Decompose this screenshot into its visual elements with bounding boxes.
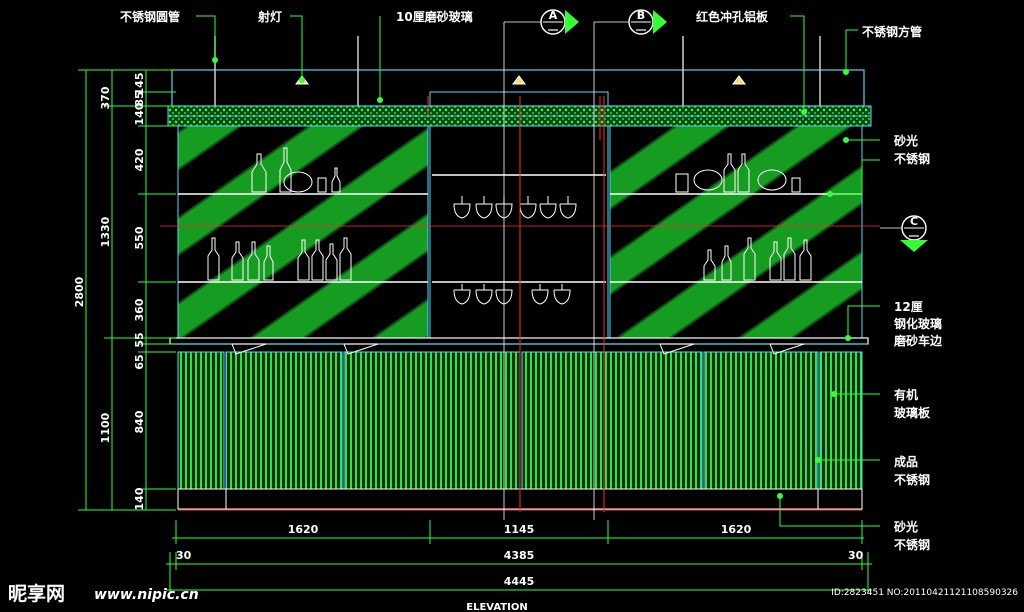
section-marker-a: A [504, 9, 579, 35]
dim-left-inner-9: 840 [133, 410, 146, 433]
label-satin-steel-2b: 不锈钢 [894, 537, 930, 552]
label-stainless-square-tube: 不锈钢方管 [862, 24, 922, 39]
label-tempered-glass-b: 钢化玻璃 [894, 316, 942, 331]
center-display-panel [429, 125, 609, 339]
dim-left-inner-3: 140 [133, 102, 146, 125]
watermark-logo: 昵享网 [8, 582, 65, 605]
dim-left-inner-5: 550 [133, 226, 146, 249]
view-title: ELEVATION [466, 602, 527, 612]
label-satin-steel-2a: 砂光 [893, 519, 918, 534]
label-tempered-glass-c: 磨砂车边 [893, 333, 943, 348]
hanging-tubes [214, 36, 821, 106]
dim-left-inner-7: 55 [133, 332, 146, 347]
spotlight-fixtures [295, 75, 746, 85]
dim-bottom-2-right: 30 [848, 549, 864, 562]
label-finished-steel-b: 不锈钢 [894, 472, 930, 487]
dim-bottom-3: 4445 [504, 575, 535, 588]
label-spotlight: 射灯 [257, 9, 282, 24]
section-marker-c: C [880, 215, 928, 252]
elevation-drawing: A B C 不锈钢圆管 射灯 10厘磨砂玻璃 红色冲孔铝板 不锈钢方管 砂光 不… [8, 9, 1018, 612]
label-red-punched-aluminum: 红色冲孔铝板 [696, 9, 769, 24]
label-acrylic-b: 玻璃板 [894, 405, 931, 420]
marker-b-label: B [637, 9, 645, 22]
watermark-url: www.nipic.cn [94, 587, 199, 603]
label-tempered-glass-a: 12厘 [894, 299, 923, 314]
label-stainless-round-tube: 不锈钢圆管 [120, 9, 180, 24]
center-top-panel [429, 91, 609, 107]
label-frosted-glass: 10厘磨砂玻璃 [396, 9, 473, 24]
label-satin-steel-1b: 不锈钢 [894, 151, 930, 166]
dim-left-inner-6: 360 [133, 298, 146, 321]
label-acrylic-a: 有机 [894, 387, 918, 402]
label-satin-steel-1a: 砂光 [893, 133, 918, 148]
dim-bottom-1a: 1620 [288, 523, 319, 536]
left-display-panel [177, 125, 429, 339]
label-finished-steel-a: 成品 [894, 454, 918, 469]
dim-bottom-2-middle: 4385 [504, 549, 535, 562]
dim-left-mid-3: 1100 [99, 412, 112, 443]
right-display-panel [609, 125, 863, 339]
dim-left-inner-10: 140 [133, 487, 146, 510]
dim-bottom-2-left: 30 [176, 549, 192, 562]
left-dimension-lines [78, 69, 176, 511]
ceiling-frame [171, 69, 865, 107]
dim-left-inner-4: 420 [133, 148, 146, 171]
dim-left-mid-1: 370 [99, 86, 112, 109]
cabinet-structure [160, 22, 880, 520]
dim-bottom-1c: 1620 [721, 523, 752, 536]
dim-left-outer: 2800 [73, 276, 86, 307]
dim-bottom-1b: 1145 [504, 523, 535, 536]
marker-c-label: C [910, 215, 918, 228]
watermark-id: ID:2823451 NO:20110421121108590326 [831, 588, 1018, 598]
dim-left-mid-2: 1330 [99, 216, 112, 247]
dim-left-inner-8: 65 [133, 354, 146, 369]
marker-a-label: A [549, 9, 558, 22]
top-callouts [196, 15, 858, 112]
section-marker-b: B [594, 9, 667, 35]
counter-top [169, 337, 869, 345]
